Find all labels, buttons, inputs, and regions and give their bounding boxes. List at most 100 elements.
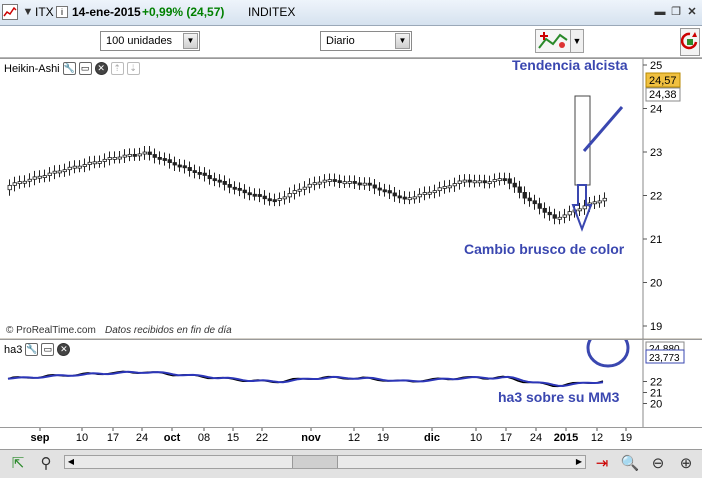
candle-body xyxy=(82,164,87,167)
info-icon[interactable]: i xyxy=(56,6,68,18)
candle-body xyxy=(577,208,582,212)
candle-body xyxy=(137,153,142,157)
candle-body xyxy=(422,192,427,195)
candle-body xyxy=(192,170,197,173)
candle-body xyxy=(582,205,587,210)
candle-body xyxy=(67,166,72,171)
candle-body xyxy=(92,161,97,165)
candle-body xyxy=(407,197,412,201)
price-badge: 24,57 xyxy=(649,75,677,87)
x-tick-label: 24 xyxy=(136,432,148,444)
cursor-icon[interactable]: ⚲ xyxy=(36,454,56,474)
y-tick-label: 21 xyxy=(650,234,662,246)
dropdown-arrow-icon[interactable]: ▼ xyxy=(22,6,34,18)
data-note-text: Datos recibidos en fin de día xyxy=(105,325,232,336)
candle-body xyxy=(162,158,167,161)
x-tick-label: 10 xyxy=(76,432,88,444)
prorealtime-window: ▼ ITX i 14-ene-2015 +0,99% (24,57) INDIT… xyxy=(0,0,702,478)
candle-body xyxy=(512,182,517,188)
candle-body xyxy=(77,165,82,169)
indicator-label[interactable]: Heikin-Ashi xyxy=(4,63,60,75)
candle-body xyxy=(437,187,442,192)
period-select[interactable]: Diario ▼ xyxy=(320,31,412,51)
candle-body xyxy=(392,192,397,197)
drawing-tools-button[interactable] xyxy=(535,29,571,53)
x-axis: sep 10 17 24 oct 08 15 22 nov 12 19 dic 10 17 24 2015 12… xyxy=(0,427,702,449)
y-tick-label: 25 xyxy=(650,60,662,72)
move-down-icon[interactable]: ⇣ xyxy=(126,62,140,75)
y-tick-label: 24 xyxy=(650,104,662,116)
period-select-value: Diario xyxy=(326,35,355,47)
tools-dropdown-icon[interactable]: ▼ xyxy=(570,29,584,53)
chart-app-icon xyxy=(2,4,18,20)
window-icon[interactable]: ▭ xyxy=(41,343,55,356)
candle-body xyxy=(542,207,547,213)
magnifier-icon[interactable]: 🔍 xyxy=(620,454,640,474)
x-tick-label: 15 xyxy=(227,432,239,444)
settings-icon[interactable]: 🔧 xyxy=(25,343,39,356)
scroll-right-icon[interactable]: ▶ xyxy=(573,456,585,468)
zoom-in-icon[interactable]: ⊕ xyxy=(676,454,696,474)
candle-body xyxy=(27,178,32,182)
candle-body xyxy=(232,186,237,190)
ha3-panel-header: ha3 🔧 ▭ ✕ xyxy=(4,342,71,357)
candle-body xyxy=(492,179,497,183)
chart-toolbar: 100 unidades ▼ Diario ▼ ▼ xyxy=(0,26,702,58)
candle-body xyxy=(452,183,457,187)
candle-body xyxy=(427,191,432,195)
zoom-out-icon[interactable]: ⊖ xyxy=(648,454,668,474)
go-to-end-icon[interactable]: ⇥ xyxy=(592,454,612,474)
units-select-value: 100 unidades xyxy=(106,35,173,47)
y-tick-label: 23 xyxy=(650,147,662,159)
candle-body xyxy=(552,214,557,219)
ha3-chart[interactable]: 222120 ha3 sobre su MM3 24,880 23,773 xyxy=(0,340,702,428)
horizontal-scrollbar[interactable]: ◀ ▶ xyxy=(64,455,586,469)
close-icon[interactable]: ✕ xyxy=(94,62,108,75)
chart-mode-icon[interactable]: ⇱ xyxy=(8,454,28,474)
units-select[interactable]: 100 unidades ▼ xyxy=(100,31,200,51)
candle-body xyxy=(312,182,317,186)
candle-body xyxy=(127,153,132,157)
candle-body xyxy=(87,161,92,165)
move-up-icon[interactable]: ⇡ xyxy=(110,62,124,75)
x-tick-label: oct xyxy=(164,432,181,444)
candle-body xyxy=(207,175,212,180)
minimize-icon[interactable]: ▬ xyxy=(654,6,666,18)
scroll-left-icon[interactable]: ◀ xyxy=(65,456,77,468)
candle-body xyxy=(487,181,492,185)
candle-body xyxy=(592,201,597,205)
chevron-down-icon[interactable]: ▼ xyxy=(395,33,410,49)
ticker-symbol[interactable]: ITX xyxy=(35,5,54,19)
candle-body xyxy=(122,154,127,158)
price-panel-header: Heikin-Ashi 🔧 ▭ ✕ ⇡ ⇣ xyxy=(4,61,140,76)
candle-body xyxy=(322,179,327,183)
candle-body xyxy=(432,190,437,194)
candle-body xyxy=(72,165,77,169)
x-axis-labels: sep 10 17 24 oct 08 15 22 nov 12 19 dic 10 17 24 2015 12… xyxy=(31,428,632,444)
scroll-thumb[interactable] xyxy=(292,456,338,468)
close-icon[interactable]: ✕ xyxy=(686,6,698,18)
settings-icon[interactable]: 🔧 xyxy=(62,62,76,75)
candle-body xyxy=(292,190,297,194)
candle-body xyxy=(182,165,187,169)
window-icon[interactable]: ▭ xyxy=(78,62,92,75)
candle-body xyxy=(242,189,247,194)
chevron-down-icon[interactable]: ▼ xyxy=(183,33,198,49)
x-tick-label: 22 xyxy=(256,432,268,444)
y-tick-label: 19 xyxy=(650,321,662,333)
close-icon[interactable]: ✕ xyxy=(57,343,71,356)
restore-icon[interactable]: ❐ xyxy=(670,6,682,18)
candle-body xyxy=(377,187,382,191)
candle-body xyxy=(367,182,372,186)
candle-body xyxy=(372,184,377,189)
arrow-down-icon xyxy=(571,184,593,232)
price-chart[interactable]: 25 24 23 22 21 20 19 Tendencia alcista Cambio … xyxy=(0,59,702,339)
title-bar: ▼ ITX i 14-ene-2015 +0,99% (24,57) INDIT… xyxy=(0,0,702,26)
ha3-label[interactable]: ha3 xyxy=(4,344,22,356)
candle-body xyxy=(362,182,367,186)
candle-body xyxy=(167,159,172,163)
side-panel-toggle[interactable] xyxy=(680,28,700,56)
price-panel[interactable]: 25 24 23 22 21 20 19 Tendencia alcista Cambio … xyxy=(0,58,702,339)
x-tick-label: 19 xyxy=(620,432,632,444)
ha3-panel[interactable]: 222120 ha3 sobre su MM3 24,880 23,773 ha… xyxy=(0,339,702,428)
